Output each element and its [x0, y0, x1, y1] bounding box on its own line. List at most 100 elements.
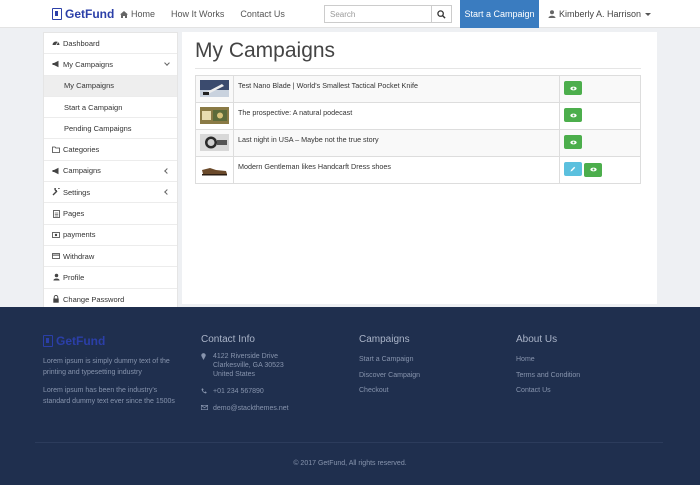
user-name: Kimberly A. Harrison: [559, 9, 642, 19]
campaign-title[interactable]: The prospective: A natural podecast: [233, 102, 560, 130]
nav-home-label: Home: [131, 9, 156, 19]
sidebar-item-dashboard[interactable]: Dashboard: [44, 33, 177, 55]
sidebar-item-campaigns[interactable]: Campaigns: [44, 161, 177, 183]
campaign-thumbnail[interactable]: [200, 134, 229, 151]
chevron-left-icon: [164, 189, 170, 195]
campaign-thumbnail[interactable]: [200, 80, 229, 97]
footer-about-text: Lorem ipsum has been the industry's stan…: [43, 387, 175, 405]
eye-icon: [589, 167, 597, 172]
view-button[interactable]: [564, 81, 582, 95]
campaign-title[interactable]: Modern Gentleman likes Handcarft Dress s…: [233, 156, 560, 184]
footer-about: Lorem ipsum is simply dummy text of the …: [43, 357, 183, 415]
wrench-icon: [52, 188, 60, 196]
nav-how-it-works-link[interactable]: How It Works: [171, 9, 224, 19]
file-icon: [52, 209, 60, 218]
eye-icon: [569, 140, 577, 144]
pencil-icon: [570, 166, 576, 172]
sidebar: Dashboard My Campaigns My Campaigns Star…: [43, 32, 178, 311]
footer-address: 4122 Riverside Drive Clarkesville, GA 30…: [201, 352, 289, 379]
thumb-cell: [195, 102, 234, 130]
footer-link-checkout[interactable]: Checkout: [359, 383, 420, 399]
sidebar-item-categories[interactable]: Categories: [44, 139, 177, 161]
sidebar-item-pages[interactable]: Pages: [44, 203, 177, 225]
table-row: Last night in USA – Maybe not the true s…: [195, 129, 641, 157]
footer-campaigns-column: Campaigns Start a Campaign Discover Camp…: [359, 334, 420, 399]
footer-brand-name: GetFund: [56, 334, 106, 348]
view-button[interactable]: [564, 135, 582, 149]
phone-icon: [201, 387, 210, 396]
view-button[interactable]: [564, 108, 582, 122]
sidebar-item-label: Categories: [63, 145, 100, 155]
sidebar-subitem-pending-campaigns[interactable]: Pending Campaigns: [44, 118, 177, 140]
campaign-thumbnail[interactable]: [200, 107, 229, 124]
sidebar-item-my-campaigns[interactable]: My Campaigns: [44, 54, 177, 76]
chevron-down-icon: [164, 60, 170, 67]
footer-campaigns-title: Campaigns: [359, 334, 410, 345]
footer-link-home[interactable]: Home: [516, 352, 580, 368]
footer-link-start-campaign[interactable]: Start a Campaign: [359, 352, 420, 368]
sidebar-subitem-start-campaign[interactable]: Start a Campaign: [44, 96, 177, 119]
edit-button[interactable]: [564, 162, 582, 176]
envelope-icon: [201, 404, 210, 413]
table-row: The prospective: A natural podecast: [195, 102, 641, 130]
sidebar-item-label: payments: [63, 230, 96, 240]
nav-links: Home How It Works Contact Us: [120, 0, 301, 28]
logo-icon: [52, 8, 62, 20]
sidebar-item-label: My Campaigns: [64, 81, 115, 91]
actions-cell: [559, 129, 641, 157]
search-icon: [437, 9, 446, 19]
brand-name: GetFund: [65, 7, 115, 21]
bullhorn-icon: [52, 60, 60, 68]
sidebar-item-label: Pages: [63, 209, 85, 219]
sidebar-item-payments[interactable]: payments: [44, 225, 177, 246]
campaign-thumbnail[interactable]: [200, 161, 229, 178]
search-input[interactable]: [324, 5, 431, 23]
start-campaign-button[interactable]: Start a Campaign: [460, 0, 539, 28]
search-button[interactable]: [431, 5, 452, 23]
brand-logo[interactable]: GetFund: [52, 6, 114, 22]
address-line: 4122 Riverside Drive: [213, 353, 278, 360]
sidebar-item-profile[interactable]: Profile: [44, 267, 177, 289]
actions-cell: [559, 102, 641, 130]
footer-brand-logo[interactable]: GetFund: [43, 334, 105, 348]
view-button[interactable]: [584, 162, 602, 177]
footer-contact-column: Contact Info 4122 Riverside Drive Clarke…: [201, 334, 289, 421]
sidebar-subitem-my-campaigns[interactable]: My Campaigns: [44, 75, 177, 97]
footer-link-contact[interactable]: Contact Us: [516, 383, 580, 399]
nav-home-link[interactable]: Home: [120, 9, 155, 19]
campaign-title[interactable]: Test Nano Blade | World's Smallest Tacti…: [233, 75, 560, 103]
footer-email: demo@stackthemes.net: [201, 404, 289, 413]
table-row: Test Nano Blade | World's Smallest Tacti…: [195, 75, 641, 103]
user-menu[interactable]: Kimberly A. Harrison: [548, 0, 652, 28]
main-content: My Campaigns Test Nano Blade | World's S…: [182, 32, 657, 304]
sidebar-item-label: Campaigns: [63, 166, 101, 176]
footer-divider: [35, 442, 663, 443]
page-title: My Campaigns: [195, 39, 336, 62]
nav-contact-link[interactable]: Contact Us: [240, 9, 285, 19]
lock-icon: [52, 295, 60, 303]
copyright-text: © 2017 GetFund, All rights reserved.: [293, 460, 407, 467]
actions-cell: [559, 75, 641, 103]
sidebar-item-withdraw[interactable]: Withdraw: [44, 246, 177, 268]
actions-cell: [559, 156, 641, 184]
address-line: United States: [213, 371, 256, 378]
footer-about-text: Lorem ipsum is simply dummy text of the …: [43, 358, 170, 376]
user-icon: [52, 273, 60, 281]
thumb-cell: [195, 156, 234, 184]
bullhorn-icon: [52, 167, 60, 175]
home-icon: [120, 10, 128, 18]
footer-link-terms[interactable]: Terms and Condition: [516, 368, 580, 384]
eye-icon: [569, 86, 577, 90]
footer-about-column: About Us Home Terms and Condition Contac…: [516, 334, 580, 399]
footer-link-discover-campaign[interactable]: Discover Campaign: [359, 368, 420, 384]
sidebar-item-settings[interactable]: Settings: [44, 182, 177, 204]
email-address[interactable]: demo@stackthemes.net: [213, 404, 289, 413]
sidebar-item-label: Dashboard: [63, 38, 100, 48]
campaign-title[interactable]: Last night in USA – Maybe not the true s…: [233, 129, 560, 157]
phone-number[interactable]: +01 234 567890: [213, 387, 264, 396]
eye-icon: [569, 113, 577, 117]
chevron-left-icon: [164, 167, 170, 174]
sidebar-item-label: My Campaigns: [63, 59, 114, 69]
thumb-cell: [195, 129, 234, 157]
thumb-cell: [195, 75, 234, 103]
